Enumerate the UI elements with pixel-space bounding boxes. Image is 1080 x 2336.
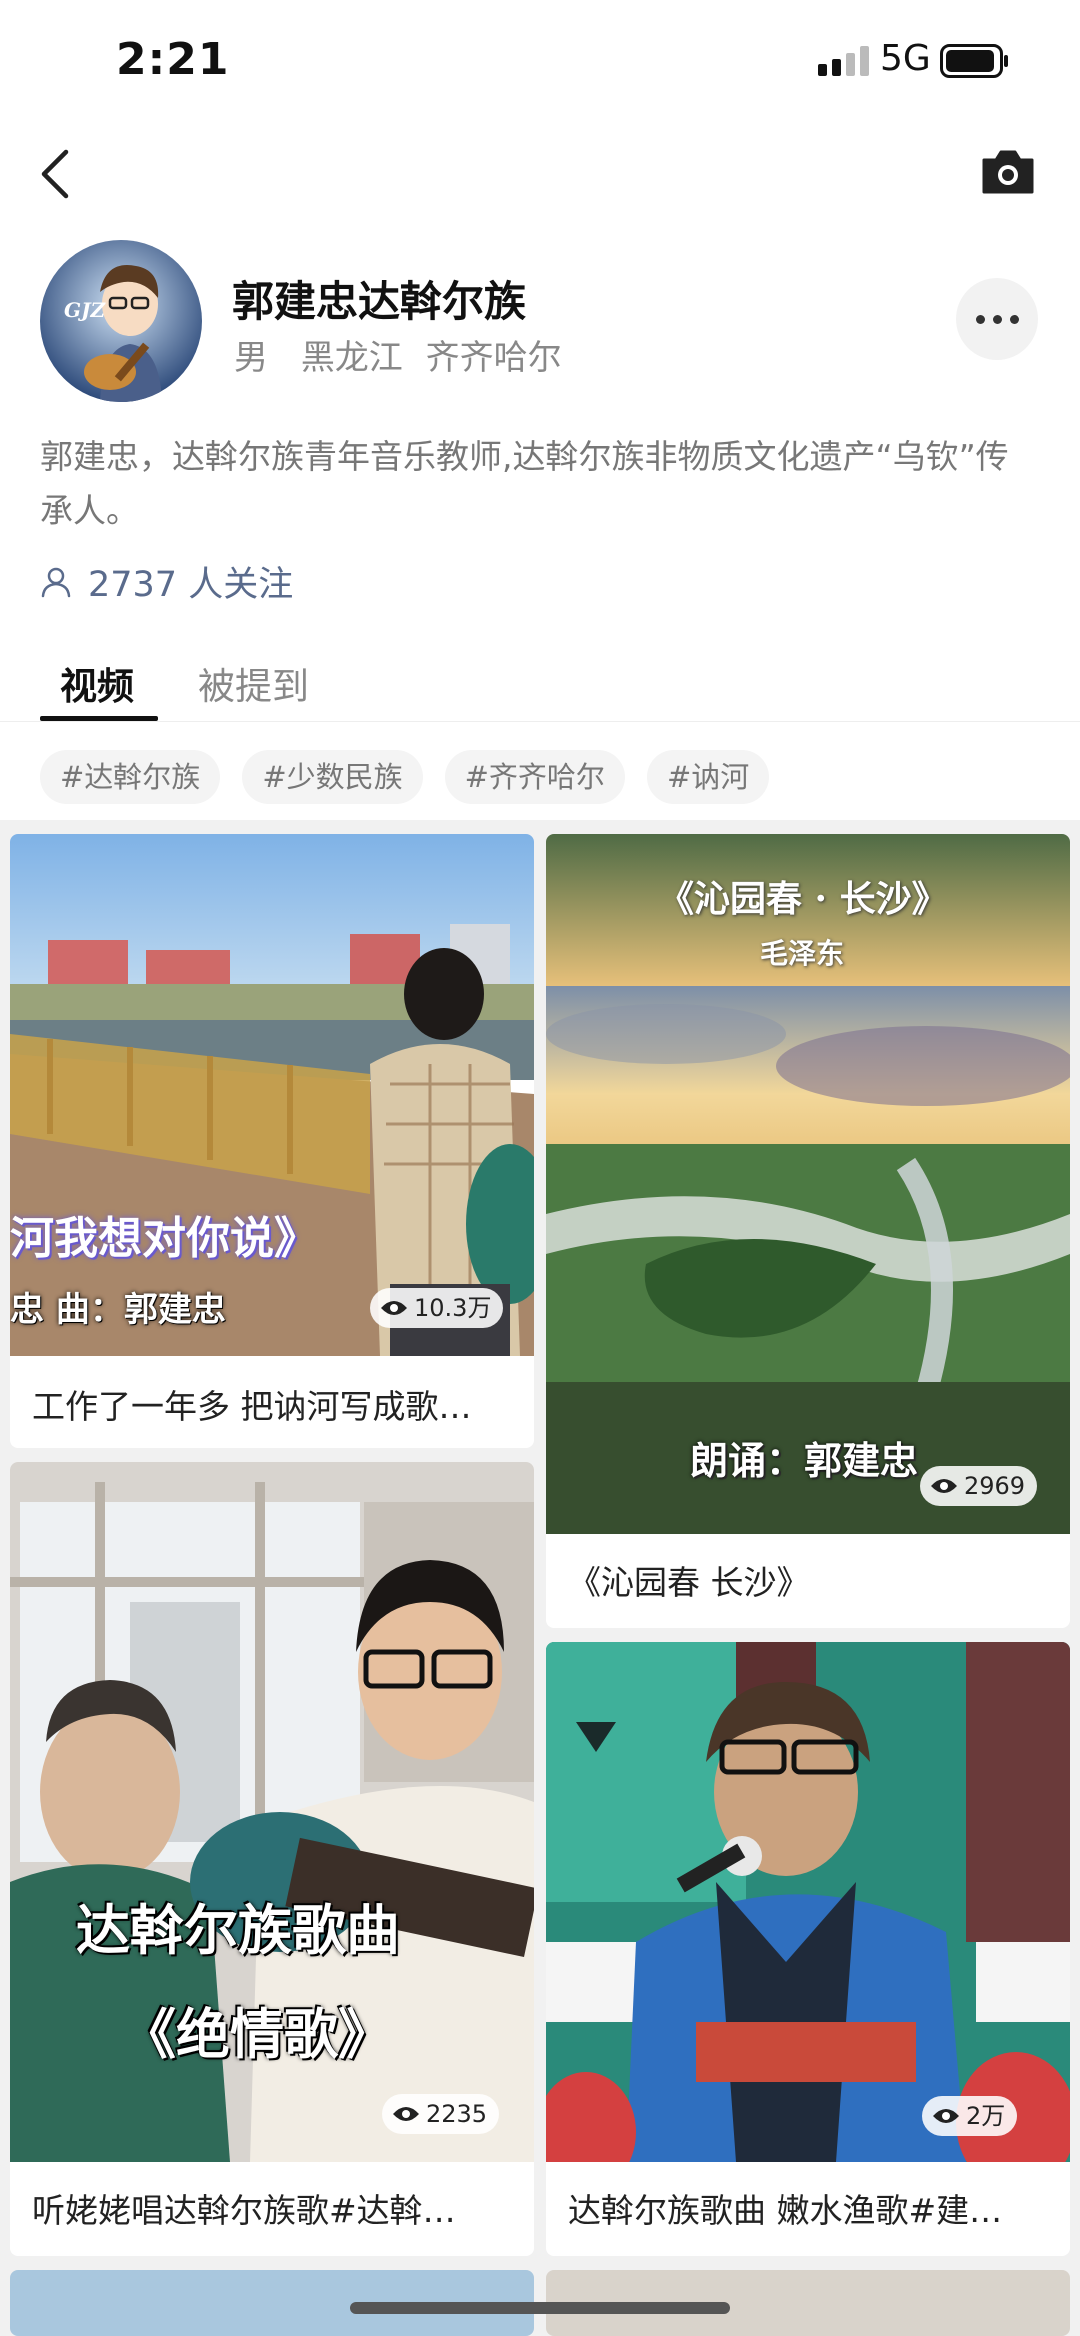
view-count-text: 10.3万 bbox=[414, 1294, 492, 1322]
follow-count-text: 2737 人关注 bbox=[88, 565, 294, 605]
tab-indicator bbox=[40, 716, 158, 721]
video-thumbnail: 2万 bbox=[546, 1642, 1070, 2162]
province: 黑龙江 bbox=[300, 338, 403, 378]
tag-list: #达斡尔族 #少数民族 #齐齐哈尔 #讷河 bbox=[40, 750, 770, 804]
camera-icon[interactable] bbox=[980, 148, 1036, 196]
tag-chip[interactable]: #齐齐哈尔 bbox=[444, 750, 625, 804]
eye-icon bbox=[393, 2107, 419, 2121]
profile-name: 郭建忠达斡尔族 bbox=[232, 277, 527, 326]
video-caption: 听姥姥唱达斡尔族歌#达斡… bbox=[32, 2191, 456, 2230]
network-label: 5G bbox=[880, 38, 931, 79]
video-card[interactable]: 河我想对你说》 忠 曲：郭建忠 10.3万 工作了一年多 把讷河写成歌… bbox=[10, 834, 534, 1448]
thumbnail-overlay-author: 毛泽东 bbox=[760, 937, 845, 970]
signal-icon bbox=[818, 46, 869, 76]
thumbnail-overlay-title: 《沁园春 · 长沙》 bbox=[658, 878, 948, 920]
eye-icon bbox=[381, 1301, 407, 1315]
video-caption: 工作了一年多 把讷河写成歌… bbox=[32, 1387, 472, 1426]
view-count: 2969 bbox=[920, 1466, 1038, 1506]
status-bar: 2:21 5G bbox=[0, 0, 1080, 120]
eye-icon bbox=[931, 1479, 957, 1493]
view-count: 10.3万 bbox=[370, 1288, 504, 1328]
person-icon bbox=[41, 567, 71, 597]
thumbnail-overlay-reader: 朗诵：郭建忠 bbox=[690, 1439, 919, 1483]
video-thumbnail: 达斡尔族歌曲 《绝情歌》 2235 bbox=[10, 1462, 534, 2162]
thumbnail-overlay-title: 达斡尔族歌曲 bbox=[76, 1899, 400, 1962]
avatar[interactable]: GJZ bbox=[40, 240, 202, 402]
gender: 男 bbox=[234, 338, 268, 378]
tag-chip[interactable]: #少数民族 bbox=[242, 750, 423, 804]
back-arrow-icon[interactable] bbox=[34, 146, 78, 202]
thumbnail-overlay-song: 《绝情歌》 bbox=[122, 2003, 392, 2066]
more-button[interactable] bbox=[956, 278, 1038, 360]
view-count: 2235 bbox=[382, 2094, 500, 2134]
view-count-text: 2万 bbox=[966, 2102, 1006, 2130]
avatar-logo-text: GJZ bbox=[64, 298, 106, 322]
thumbnail-overlay-title: 河我想对你说》 bbox=[10, 1213, 318, 1264]
video-caption: 《沁园春 长沙》 bbox=[568, 1563, 810, 1602]
follow-count[interactable]: 2737 人关注 bbox=[40, 556, 293, 607]
view-count-text: 2235 bbox=[426, 2100, 488, 2128]
video-thumbnail: 《沁园春 · 长沙》 毛泽东 朗诵：郭建忠 2969 bbox=[546, 834, 1070, 1534]
video-card[interactable]: 2万 达斡尔族歌曲 嫩水渔歌#建… bbox=[546, 1642, 1070, 2256]
view-count-text: 2969 bbox=[964, 1472, 1026, 1500]
tab-videos[interactable]: 视频 bbox=[60, 656, 134, 710]
battery-icon bbox=[940, 44, 1008, 78]
video-card[interactable]: 达斡尔族歌曲 《绝情歌》 2235 听姥姥唱达斡尔族歌#达斡… bbox=[10, 1462, 534, 2256]
video-thumbnail: 河我想对你说》 忠 曲：郭建忠 10.3万 bbox=[10, 834, 534, 1356]
video-caption: 达斡尔族歌曲 嫩水渔歌#建… bbox=[568, 2191, 1003, 2230]
status-time: 2:21 bbox=[116, 34, 230, 85]
tag-chip[interactable]: #达斡尔族 bbox=[40, 750, 221, 804]
more-dots-icon bbox=[975, 314, 985, 324]
home-indicator[interactable] bbox=[350, 2302, 730, 2314]
video-card[interactable]: 《沁园春 · 长沙》 毛泽东 朗诵：郭建忠 2969 《沁园春 长沙》 bbox=[546, 834, 1070, 1628]
thumbnail-overlay-credit: 忠 曲：郭建忠 bbox=[10, 1290, 226, 1330]
profile-meta: 男 黑龙江 齐齐哈尔 bbox=[234, 330, 562, 379]
tab-mentioned[interactable]: 被提到 bbox=[198, 656, 309, 710]
eye-icon bbox=[933, 2109, 959, 2123]
profile-bio: 郭建忠，达斡尔族青年音乐教师,达斡尔族非物质文化遗产“乌钦”传承人。 bbox=[40, 437, 1009, 530]
tab-bar: 视频 被提到 bbox=[0, 650, 1080, 722]
city: 齐齐哈尔 bbox=[425, 338, 562, 378]
tag-chip[interactable]: #讷河 bbox=[646, 750, 770, 804]
view-count: 2万 bbox=[922, 2096, 1018, 2136]
